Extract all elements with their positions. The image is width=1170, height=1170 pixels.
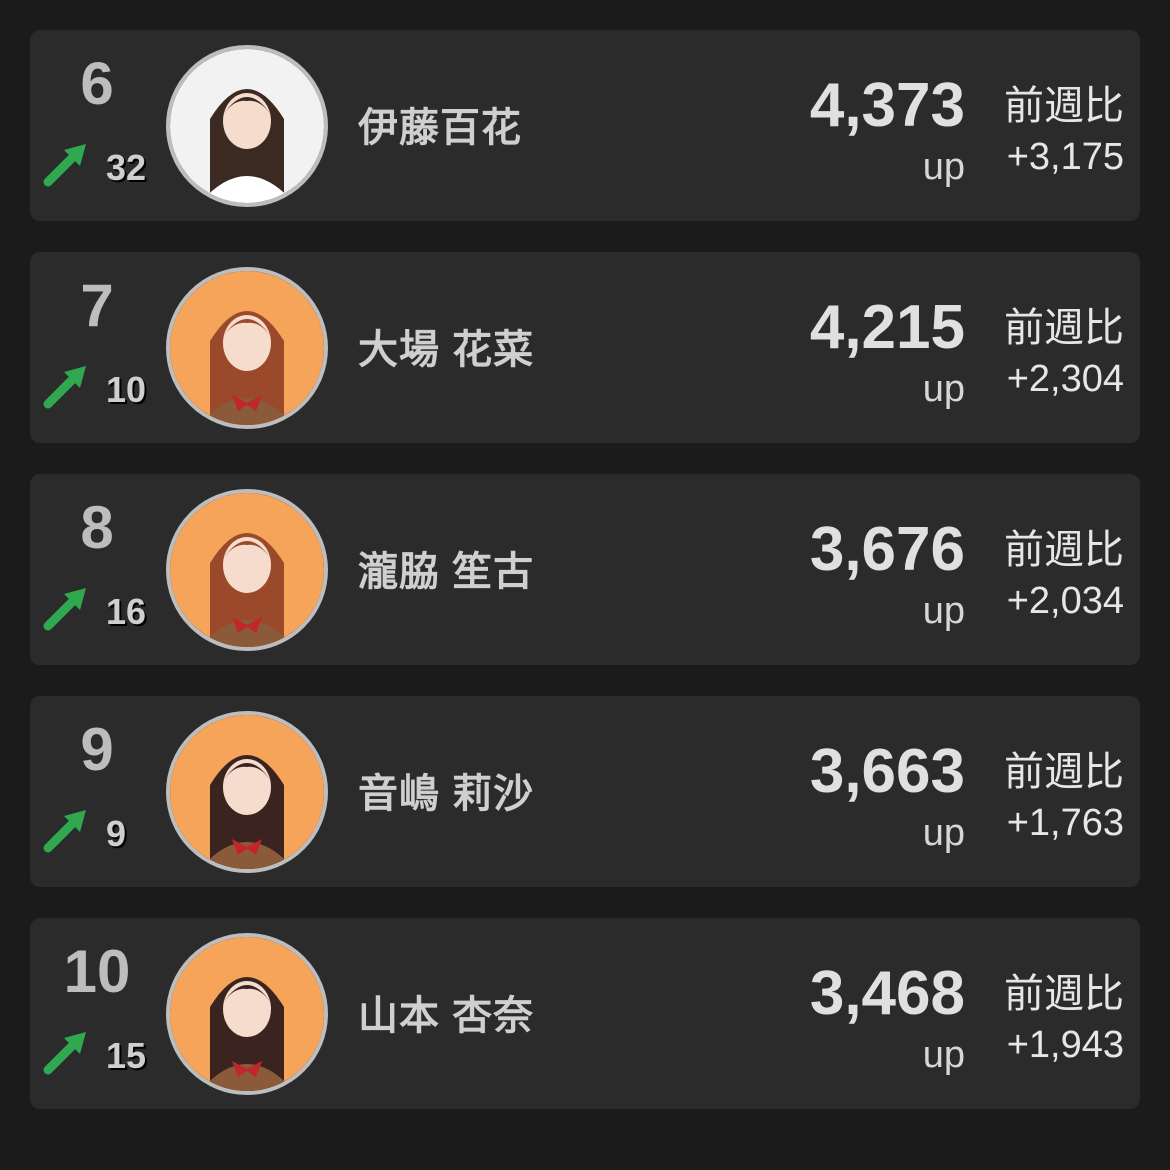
up-label: up: [922, 368, 965, 410]
avatar: [166, 933, 328, 1095]
movement-count: 10: [106, 369, 147, 410]
up-label: up: [922, 1034, 965, 1076]
score-value: 4,373: [809, 71, 965, 140]
avatar-photo: [170, 49, 324, 203]
arrow-up-icon: [43, 810, 86, 853]
arrow-up-icon: [43, 366, 86, 409]
rank-movement: 10: [42, 360, 182, 410]
avatar: [166, 267, 328, 429]
movement-count: 15: [106, 1035, 147, 1076]
rank-number: 8: [80, 494, 114, 561]
week-over-week-label: 前週比: [1004, 306, 1124, 350]
week-over-week-label: 前週比: [1004, 750, 1124, 794]
week-over-week-value: +3,175: [1006, 136, 1124, 178]
avatar-photo: [170, 715, 324, 869]
score-value: 3,676: [809, 515, 965, 584]
rank-movement: 16: [42, 582, 182, 632]
week-over-week-value: +1,943: [1006, 1024, 1124, 1066]
ranking-card[interactable]: 6 32 伊藤百花 4,373 up 前週比 +3,175: [30, 30, 1140, 221]
movement-count: 32: [106, 147, 147, 188]
week-over-week-label: 前週比: [1004, 528, 1124, 572]
rank-number: 10: [63, 938, 131, 1005]
ranking-card[interactable]: 7 10 大場 花菜 4,215 up 前週比 +2,304: [30, 252, 1140, 443]
rank-number: 7: [80, 272, 114, 339]
ranking-card[interactable]: 8 16 瀧脇 笙古 3,676 up 前週比 +2,034: [30, 474, 1140, 665]
week-over-week-value: +1,763: [1006, 802, 1124, 844]
member-name[interactable]: 瀧脇 笙古: [358, 550, 534, 594]
avatar: [166, 45, 328, 207]
avatar: [166, 489, 328, 651]
week-over-week-value: +2,304: [1006, 358, 1124, 400]
avatar-photo: [170, 937, 324, 1091]
up-label: up: [922, 812, 965, 854]
score-value: 4,215: [809, 293, 965, 362]
rank-number: 9: [80, 716, 114, 783]
arrow-up-icon: [43, 1032, 86, 1075]
ranking-card[interactable]: 10 15 山本 杏奈 3,468 up 前週比 +1,943: [30, 918, 1140, 1109]
arrow-up-icon: [43, 588, 86, 631]
ranking-card[interactable]: 9 9 音嶋 莉沙 3,663 up 前週比 +1,763: [30, 696, 1140, 887]
member-name[interactable]: 山本 杏奈: [358, 994, 534, 1038]
arrow-up-icon: [43, 144, 86, 187]
score-value: 3,663: [809, 737, 965, 806]
member-name[interactable]: 大場 花菜: [358, 328, 534, 372]
member-name[interactable]: 音嶋 莉沙: [358, 772, 534, 816]
rank-number: 6: [80, 50, 114, 117]
movement-count: 16: [106, 591, 147, 632]
up-label: up: [922, 590, 965, 632]
avatar-photo: [170, 493, 324, 647]
avatar: [166, 711, 328, 873]
rank-movement: 15: [42, 1026, 182, 1076]
avatar-photo: [170, 271, 324, 425]
rank-movement: 9: [42, 804, 182, 854]
week-over-week-value: +2,034: [1006, 580, 1124, 622]
rank-movement: 32: [42, 138, 182, 188]
week-over-week-label: 前週比: [1004, 972, 1124, 1016]
ranking-list: 6 32 伊藤百花 4,373 up 前週比 +3,175 7 10 大場 花菜…: [30, 30, 1140, 1140]
movement-count: 9: [106, 813, 127, 854]
score-value: 3,468: [809, 959, 965, 1028]
week-over-week-label: 前週比: [1004, 84, 1124, 128]
up-label: up: [922, 146, 965, 188]
member-name[interactable]: 伊藤百花: [358, 106, 522, 150]
